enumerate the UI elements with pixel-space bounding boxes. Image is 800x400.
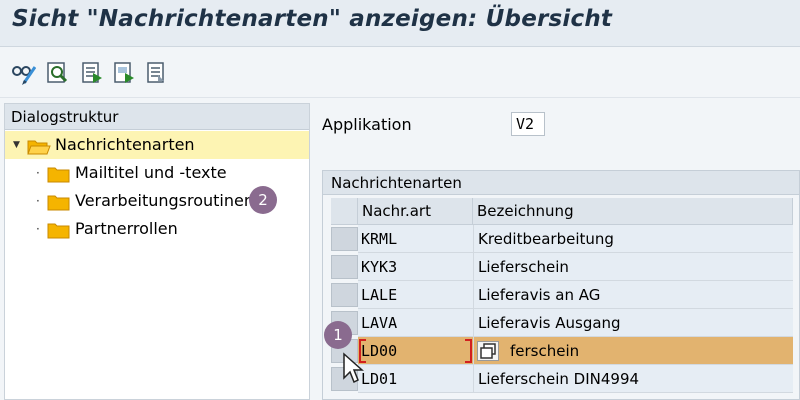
toolbar — [0, 48, 800, 98]
cell-description[interactable]: ferschein — [473, 337, 793, 365]
table-row[interactable]: LD01 Lieferschein DIN4994 — [331, 365, 793, 393]
cell-description[interactable]: Lieferschein DIN4994 — [473, 365, 793, 393]
window-title: Sicht "Nachrichtenarten" anzeigen: Übers… — [12, 6, 613, 32]
tree-item-label: Nachrichtenarten — [55, 135, 195, 154]
tree-item-label: Partnerrollen — [75, 219, 178, 238]
table-row[interactable]: LALE Lieferavis an AG — [331, 281, 793, 309]
table-row[interactable]: LAVA Lieferavis Ausgang — [331, 309, 793, 337]
dialog-structure-header: Dialogstruktur — [5, 104, 309, 130]
cell-message-type[interactable]: LAVA — [358, 309, 473, 337]
select-all-column-header[interactable] — [331, 198, 358, 225]
expand-triangle-icon[interactable]: ▼ — [13, 131, 20, 159]
cell-message-type[interactable]: LD01 — [358, 365, 473, 393]
folder-icon — [47, 221, 70, 239]
folder-icon — [47, 193, 70, 211]
folder-icon — [47, 165, 70, 183]
row-selector[interactable] — [331, 227, 358, 251]
column-header-nachr-art[interactable]: Nachr.art — [358, 198, 473, 225]
application-label: Applikation — [322, 115, 412, 134]
leaf-dot-icon: · — [36, 194, 40, 208]
tree-item-nachrichtenarten[interactable]: ▼ Nachrichtenarten — [5, 131, 309, 159]
cell-message-type[interactable]: LD00 — [358, 337, 473, 365]
table-row-highlighted[interactable]: LD00 ferschein — [331, 337, 793, 365]
select-block-icon[interactable] — [112, 61, 136, 85]
cell-description[interactable]: Kreditbearbeitung — [473, 225, 793, 253]
table-row[interactable]: KYK3 Lieferschein — [331, 253, 793, 281]
leaf-dot-icon: · — [36, 222, 40, 236]
open-folder-icon — [27, 137, 51, 155]
annotation-badge-2: 2 — [249, 186, 277, 214]
message-types-group: Nachrichtenarten Nachr.art Bezeichnung K… — [322, 170, 800, 400]
column-header-bezeichnung[interactable]: Bezeichnung — [473, 198, 793, 225]
application-field[interactable]: V2 — [511, 112, 545, 136]
cell-description[interactable]: Lieferavis an AG — [473, 281, 793, 309]
tree-item-partnerrollen[interactable]: · Partnerrollen — [5, 215, 309, 243]
detail-area: Applikation V2 Nachrichtenarten Nachr.ar… — [314, 98, 800, 400]
deselect-all-icon[interactable] — [145, 61, 169, 85]
cell-message-type[interactable]: KRML — [358, 225, 473, 253]
focus-bracket-right — [465, 339, 472, 363]
row-selector[interactable] — [331, 283, 358, 307]
cell-message-type[interactable]: KYK3 — [358, 253, 473, 281]
copy-icon[interactable] — [477, 341, 499, 361]
annotation-badge-1: 1 — [324, 321, 352, 349]
title-bar: Sicht "Nachrichtenarten" anzeigen: Übers… — [0, 0, 800, 47]
dialog-structure-panel: Dialogstruktur ▼ Nachrichtenarten · Mail… — [4, 103, 310, 400]
tree-item-label: Mailtitel und -texte — [75, 163, 227, 182]
cell-message-type[interactable]: LALE — [358, 281, 473, 309]
leaf-dot-icon: · — [36, 166, 40, 180]
cell-description[interactable]: Lieferavis Ausgang — [473, 309, 793, 337]
select-all-icon[interactable] — [80, 61, 104, 85]
tree-item-mailtitel[interactable]: · Mailtitel und -texte — [5, 159, 309, 187]
glasses-edit-icon[interactable] — [10, 61, 37, 85]
row-selector[interactable] — [331, 255, 358, 279]
find-icon[interactable] — [46, 61, 70, 85]
mouse-cursor-icon — [342, 352, 364, 384]
cell-description[interactable]: Lieferschein — [473, 253, 793, 281]
group-title: Nachrichtenarten — [323, 171, 799, 195]
table-row[interactable]: KRML Kreditbearbeitung — [331, 225, 793, 253]
tree-item-label: Verarbeitungsroutinen — [75, 191, 254, 210]
